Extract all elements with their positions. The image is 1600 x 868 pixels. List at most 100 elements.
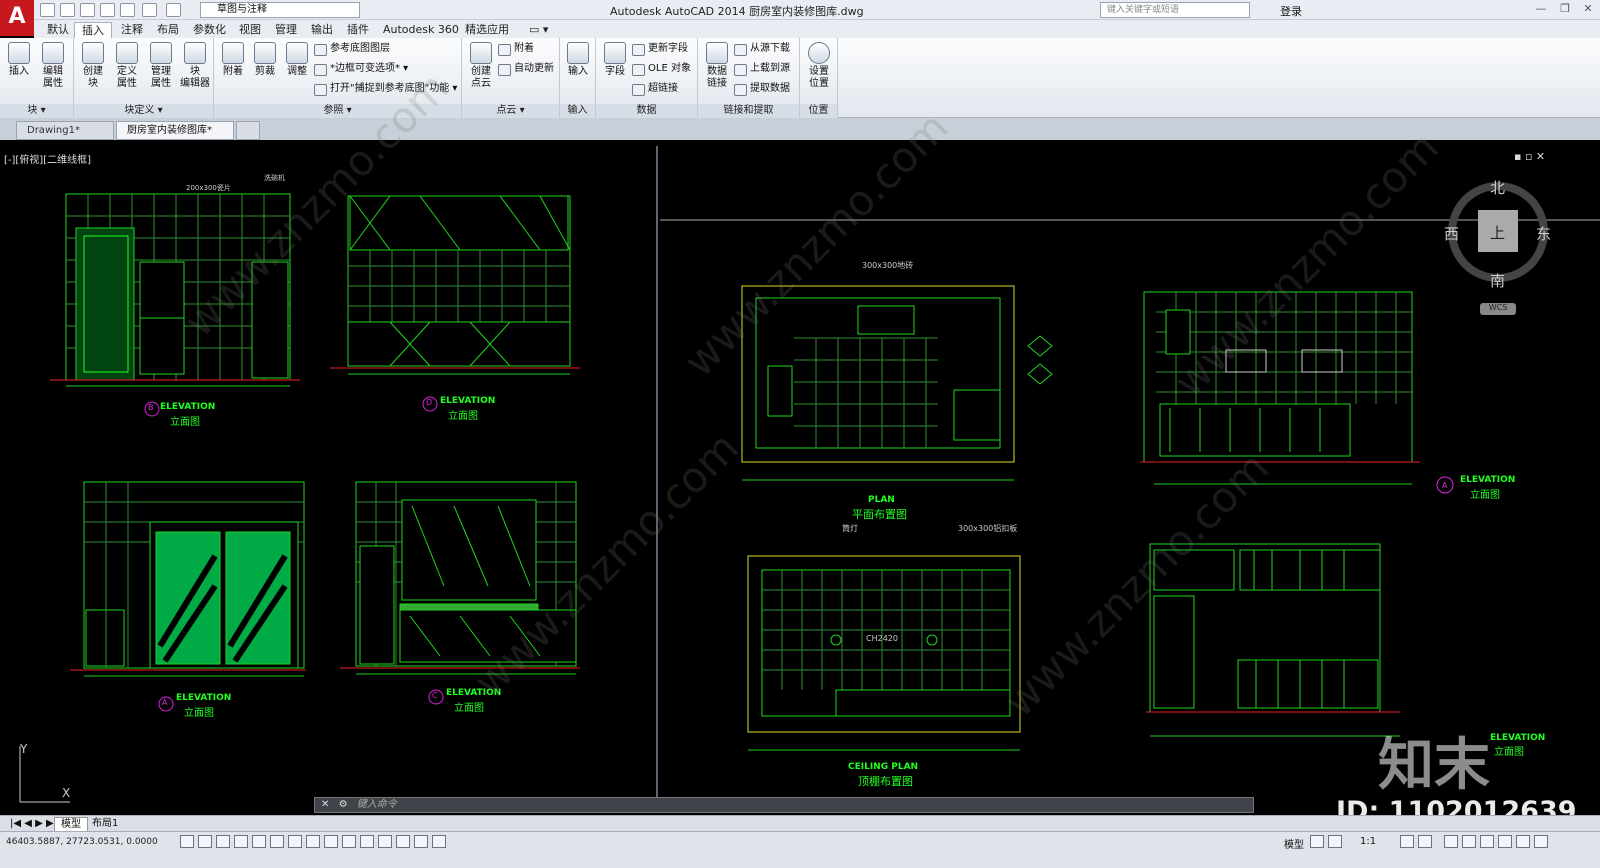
- lineweight-icon[interactable]: [360, 835, 374, 848]
- clean-screen-icon[interactable]: [1534, 835, 1548, 848]
- model-space-button[interactable]: 模型: [1284, 836, 1304, 851]
- tab-manage[interactable]: 管理: [268, 22, 304, 38]
- annotation-monitor-icon[interactable]: [432, 835, 446, 848]
- wcs-menu[interactable]: WCS: [1480, 303, 1516, 315]
- frame-options-button[interactable]: *边框可变选项* ▾: [314, 62, 408, 76]
- save-icon[interactable]: [80, 3, 95, 17]
- tab-expand[interactable]: ▭ ▾: [522, 22, 555, 38]
- define-attributes-button[interactable]: 定义 属性: [110, 42, 144, 90]
- infer-constraints-icon[interactable]: [180, 835, 194, 848]
- viewport-label[interactable]: [-][俯视][二维线框]: [4, 151, 91, 166]
- wrench-icon[interactable]: ⚙: [339, 799, 354, 810]
- compass-north[interactable]: 北: [1490, 177, 1505, 198]
- data-link-button[interactable]: 数据 链接: [700, 42, 734, 90]
- grid-icon[interactable]: [216, 835, 230, 848]
- layout-tab-layout1[interactable]: 布局1: [86, 817, 124, 831]
- lock-icon[interactable]: [1462, 835, 1476, 848]
- update-fields-button[interactable]: 更新字段: [632, 42, 688, 56]
- quick-view-drawings-icon[interactable]: [1328, 835, 1342, 848]
- insert-block-button[interactable]: 插入: [2, 42, 36, 78]
- panel-title[interactable]: 块定义 ▾: [74, 104, 213, 118]
- upload-to-source-button[interactable]: 上载到源: [734, 62, 790, 76]
- undo-icon[interactable]: [142, 3, 157, 17]
- viewport-controls[interactable]: ▪ ▫ ✕: [1514, 150, 1545, 163]
- snap-icon[interactable]: [198, 835, 212, 848]
- auto-update-button[interactable]: 自动更新: [498, 62, 554, 76]
- new-file-icon[interactable]: [40, 3, 55, 17]
- doc-tab-drawing1[interactable]: Drawing1*: [16, 121, 114, 140]
- tab-parametric[interactable]: 参数化: [186, 22, 233, 38]
- ducs-icon[interactable]: [324, 835, 338, 848]
- osnap-icon[interactable]: [270, 835, 284, 848]
- new-tab-icon[interactable]: [236, 121, 260, 140]
- open-file-icon[interactable]: [60, 3, 75, 17]
- viewport-left[interactable]: [0, 146, 658, 812]
- tab-view[interactable]: 视图: [232, 22, 268, 38]
- login-button[interactable]: 登录: [1280, 3, 1302, 19]
- close-button[interactable]: ✕: [1577, 2, 1599, 17]
- hyperlink-button[interactable]: 超链接: [632, 82, 678, 96]
- compass-south[interactable]: 南: [1490, 270, 1505, 291]
- workspace-switch-icon[interactable]: [1444, 835, 1458, 848]
- field-button[interactable]: 字段: [598, 42, 632, 78]
- quick-view-layouts-icon[interactable]: [1310, 835, 1324, 848]
- coordinates-readout[interactable]: 46403.5887, 27723.0531, 0.0000: [6, 837, 158, 847]
- status-menu-icon[interactable]: [1516, 835, 1530, 848]
- ortho-icon[interactable]: [234, 835, 248, 848]
- clip-button[interactable]: 剪裁: [248, 42, 282, 78]
- command-input[interactable]: 键入命令: [357, 799, 397, 810]
- panel-title[interactable]: 点云 ▾: [462, 104, 559, 118]
- panel-title: 输入: [560, 104, 595, 118]
- pc-attach-button[interactable]: 附着: [498, 42, 534, 56]
- tab-output[interactable]: 输出: [304, 22, 340, 38]
- quick-properties-icon[interactable]: [396, 835, 410, 848]
- save-as-icon[interactable]: [100, 3, 115, 17]
- tab-annotate[interactable]: 注释: [114, 22, 150, 38]
- panel-location: 设置 位置 位置: [800, 38, 838, 118]
- tab-default[interactable]: 默认: [40, 22, 76, 38]
- compass-east[interactable]: 东: [1536, 223, 1551, 244]
- auto-scale-icon[interactable]: [1418, 835, 1432, 848]
- set-location-button[interactable]: 设置 位置: [802, 42, 836, 90]
- edit-attributes-button[interactable]: 编辑 属性: [36, 42, 70, 90]
- compass-west[interactable]: 西: [1444, 223, 1459, 244]
- close-icon[interactable]: ✕: [315, 799, 335, 810]
- autocad-logo-icon[interactable]: A: [0, 0, 34, 36]
- create-point-cloud-button[interactable]: 创建 点云: [464, 42, 498, 90]
- doc-tab-kitchen[interactable]: 厨房室内装修图库*: [116, 121, 234, 140]
- panel-title[interactable]: 块 ▾: [0, 104, 73, 118]
- dyn-icon[interactable]: [342, 835, 356, 848]
- tab-featured-apps[interactable]: 精选应用: [458, 22, 516, 38]
- minimize-button[interactable]: —: [1530, 2, 1552, 17]
- manage-attributes-button[interactable]: 管理 属性: [144, 42, 178, 90]
- otrack-icon[interactable]: [306, 835, 320, 848]
- command-line[interactable]: ✕ ⚙ 键入命令: [314, 797, 1254, 813]
- 3d-osnap-icon[interactable]: [288, 835, 302, 848]
- adjust-button[interactable]: 调整: [280, 42, 314, 78]
- print-icon[interactable]: [120, 3, 135, 17]
- restore-button[interactable]: ❐: [1554, 2, 1576, 17]
- redo-icon[interactable]: [166, 3, 181, 17]
- ole-object-button[interactable]: OLE 对象: [632, 62, 691, 76]
- viewcube-top[interactable]: 上: [1490, 222, 1505, 243]
- tab-plugins[interactable]: 插件: [340, 22, 376, 38]
- tab-layout[interactable]: 布局: [150, 22, 186, 38]
- search-input[interactable]: 键入关键字或短语: [1100, 2, 1250, 18]
- annotation-visibility-icon[interactable]: [1400, 835, 1414, 848]
- transparency-icon[interactable]: [378, 835, 392, 848]
- attach-button[interactable]: 附着: [216, 42, 250, 78]
- import-button[interactable]: 输入: [561, 42, 595, 78]
- annotation-scale[interactable]: 1:1: [1360, 836, 1376, 847]
- workspace-select[interactable]: 草图与注释: [200, 2, 360, 18]
- block-editor-button[interactable]: 块 编辑器: [178, 42, 212, 90]
- extract-data-button[interactable]: 提取数据: [734, 82, 790, 96]
- tab-autodesk-360[interactable]: Autodesk 360: [376, 22, 466, 38]
- selection-cycling-icon[interactable]: [414, 835, 428, 848]
- create-block-button[interactable]: 创建 块: [76, 42, 110, 90]
- polar-icon[interactable]: [252, 835, 266, 848]
- download-from-source-button[interactable]: 从源下载: [734, 42, 790, 56]
- hardware-accel-icon[interactable]: [1480, 835, 1494, 848]
- tab-insert[interactable]: 插入: [74, 22, 112, 38]
- underlay-layers-button[interactable]: 参考底图图层: [314, 42, 390, 56]
- isolate-objects-icon[interactable]: [1498, 835, 1512, 848]
